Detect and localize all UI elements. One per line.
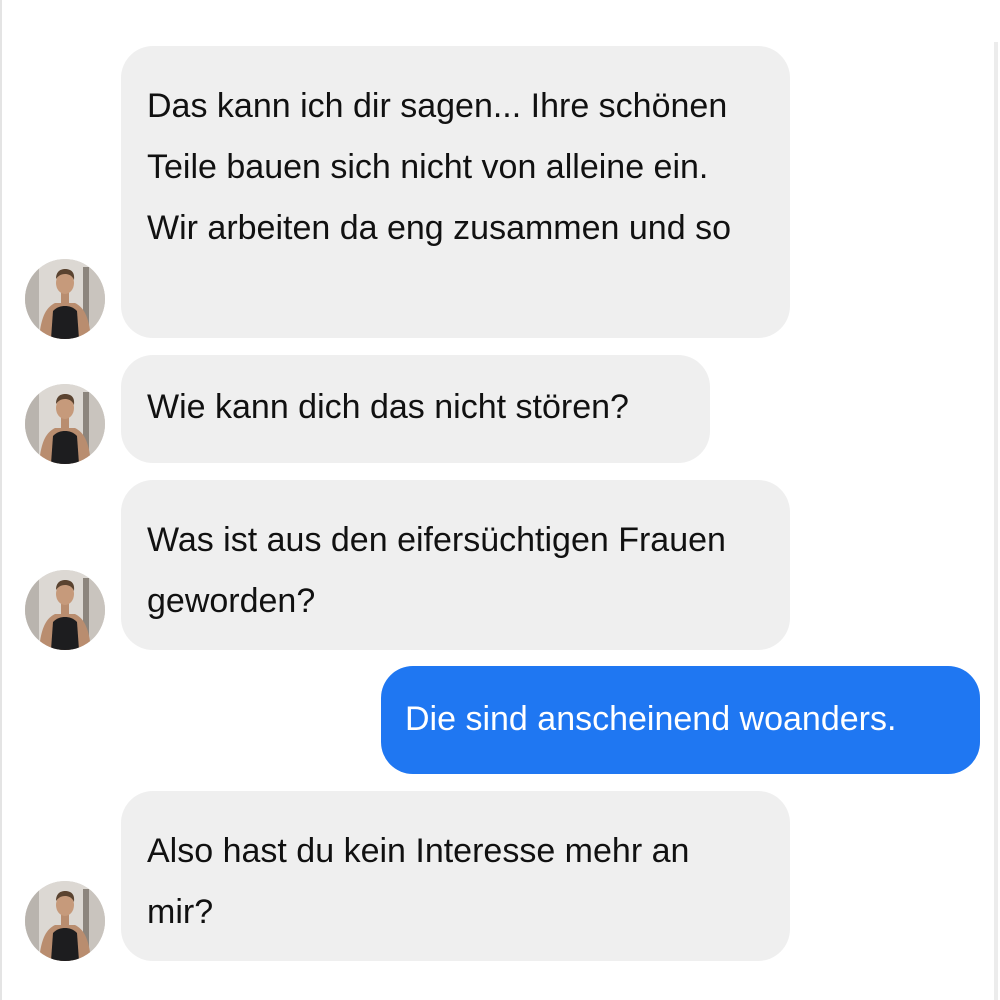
profile-photo-icon [25,570,105,650]
received-message-bubble[interactable]: Wie kann dich das nicht stören? [121,355,710,463]
profile-photo-icon [25,384,105,464]
contact-avatar[interactable] [25,881,105,961]
received-message-bubble[interactable]: Was ist aus den eifersüchtigen Frauen ge… [121,480,790,650]
chat-thread: Das kann ich dir sagen... Ihre schönen T… [0,0,1000,1000]
received-message-bubble[interactable]: Das kann ich dir sagen... Ihre schönen T… [121,46,790,338]
received-message-bubble[interactable]: Also hast du kein Interesse mehr an mir? [121,791,790,961]
contact-avatar[interactable] [25,259,105,339]
sent-message-bubble[interactable]: Die sind anscheinend woanders. [381,666,980,774]
profile-photo-icon [25,881,105,961]
profile-photo-icon [25,259,105,339]
contact-avatar[interactable] [25,570,105,650]
left-divider [0,0,2,1000]
scrollbar-track[interactable] [994,42,998,1000]
contact-avatar[interactable] [25,384,105,464]
